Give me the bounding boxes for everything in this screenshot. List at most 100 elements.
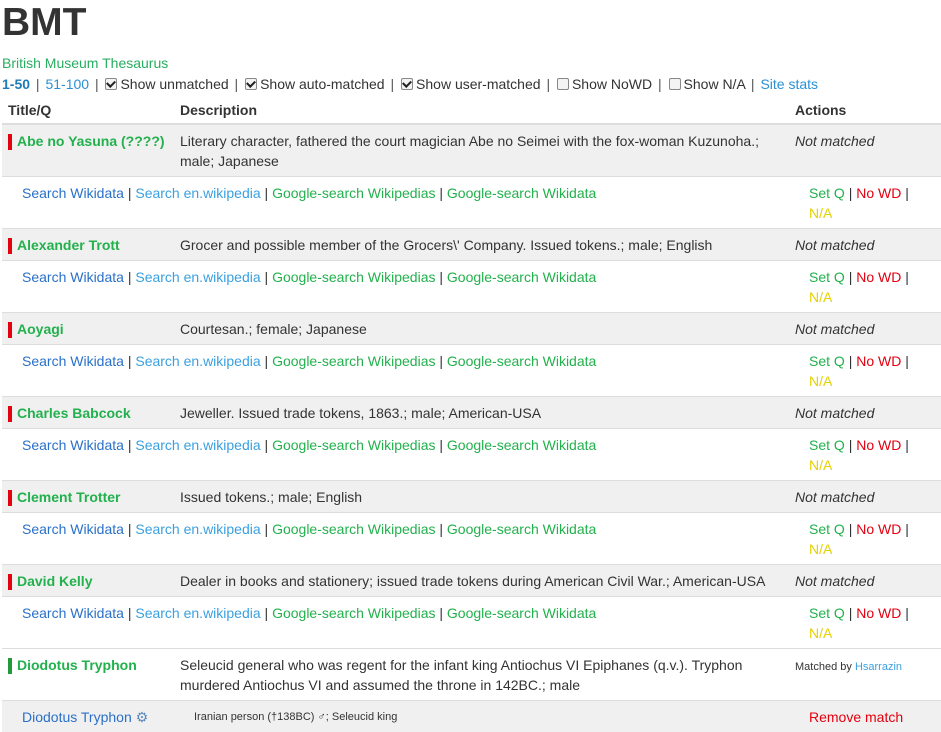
table-row: Search Wikidata | Search en.wikipedia | … [2, 177, 941, 229]
search-wikidata-link[interactable]: Search Wikidata [22, 437, 124, 453]
gear-icon[interactable]: ⚙ [136, 709, 149, 725]
google-search-wikipedias-link[interactable]: Google-search Wikipedias [272, 605, 435, 621]
action-cell: Set Q | No WD | N/A [789, 597, 941, 649]
search-wikidata-link[interactable]: Search Wikidata [22, 185, 124, 201]
page-link-next[interactable]: 51-100 [45, 76, 89, 92]
google-search-wikidata-link[interactable]: Google-search Wikidata [447, 605, 596, 621]
entry-name-link[interactable]: Charles Babcock [17, 405, 131, 421]
separator: | [849, 437, 853, 453]
set-q-button[interactable]: Set Q [809, 353, 845, 369]
google-search-wikidata-link[interactable]: Google-search Wikidata [447, 521, 596, 537]
show-unmatched-checkbox[interactable] [105, 78, 117, 90]
wikidata-item-description: Iranian person (†138BC) ♂; Seleucid king [174, 701, 789, 732]
google-search-wikipedias-link[interactable]: Google-search Wikipedias [272, 521, 435, 537]
na-button[interactable]: N/A [809, 625, 832, 641]
no-wd-button[interactable]: No WD [856, 269, 901, 285]
column-header-title: Title/Q [2, 96, 174, 124]
show-user-checkbox[interactable] [401, 78, 413, 90]
set-q-button[interactable]: Set Q [809, 521, 845, 537]
matched-by-user-link[interactable]: Hsarrazin [855, 661, 902, 673]
separator: | [905, 353, 909, 369]
google-search-wikidata-link[interactable]: Google-search Wikidata [447, 353, 596, 369]
search-enwiki-link[interactable]: Search en.wikipedia [135, 185, 260, 201]
entry-name-link[interactable]: Alexander Trott [17, 237, 120, 253]
separator: | [849, 521, 853, 537]
search-enwiki-link[interactable]: Search en.wikipedia [135, 269, 260, 285]
remove-match-button[interactable]: Remove match [809, 709, 903, 725]
separator: | [128, 353, 132, 369]
na-button[interactable]: N/A [809, 541, 832, 557]
search-links-cell: Search Wikidata | Search en.wikipedia | … [2, 429, 789, 481]
show-auto-checkbox[interactable] [245, 78, 257, 90]
na-button[interactable]: N/A [809, 205, 832, 221]
no-wd-button[interactable]: No WD [856, 521, 901, 537]
google-search-wikipedias-link[interactable]: Google-search Wikipedias [272, 353, 435, 369]
show-na-checkbox[interactable] [669, 78, 681, 90]
title-cell: Abe no Yasuna (????) [2, 124, 174, 177]
status-bar-unmatched [8, 238, 12, 254]
action-cell: Set Q | No WD | N/A [789, 177, 941, 229]
set-q-button[interactable]: Set Q [809, 605, 845, 621]
search-enwiki-link[interactable]: Search en.wikipedia [135, 353, 260, 369]
action-cell: Matched by Hsarrazin [789, 649, 941, 701]
entry-name-link[interactable]: Abe no Yasuna (????) [17, 133, 165, 149]
show-nowd-checkbox[interactable] [557, 78, 569, 90]
set-q-button[interactable]: Set Q [809, 185, 845, 201]
subtitle-link[interactable]: British Museum Thesaurus [2, 55, 941, 72]
entry-name-link[interactable]: Aoyagi [17, 321, 64, 337]
search-wikidata-link[interactable]: Search Wikidata [22, 605, 124, 621]
no-wd-button[interactable]: No WD [856, 353, 901, 369]
site-stats-link[interactable]: Site stats [760, 76, 818, 92]
action-cell: Set Q | No WD | N/A [789, 513, 941, 565]
wikidata-item-link[interactable]: Diodotus Tryphon [22, 709, 132, 725]
separator: | [128, 269, 132, 285]
google-search-wikidata-link[interactable]: Google-search Wikidata [447, 437, 596, 453]
google-search-wikipedias-link[interactable]: Google-search Wikipedias [272, 269, 435, 285]
status-cell: Not matched [789, 565, 941, 597]
show-unmatched-label: Show unmatched [120, 76, 228, 92]
table-row: Alexander Trott Grocer and possible memb… [2, 229, 941, 261]
google-search-wikipedias-link[interactable]: Google-search Wikipedias [272, 185, 435, 201]
na-button[interactable]: N/A [809, 289, 832, 305]
table-row: Diodotus Tryphon Seleucid general who wa… [2, 649, 941, 701]
google-search-wikidata-link[interactable]: Google-search Wikidata [447, 269, 596, 285]
entry-name-link[interactable]: David Kelly [17, 573, 92, 589]
search-wikidata-link[interactable]: Search Wikidata [22, 353, 124, 369]
separator: | [439, 605, 443, 621]
set-q-button[interactable]: Set Q [809, 269, 845, 285]
separator: | [265, 437, 269, 453]
set-q-button[interactable]: Set Q [809, 437, 845, 453]
separator: | [439, 353, 443, 369]
search-wikidata-link[interactable]: Search Wikidata [22, 269, 124, 285]
action-cell: Set Q | No WD | N/A [789, 261, 941, 313]
separator: | [544, 76, 552, 92]
entry-name-link[interactable]: Diodotus Tryphon [17, 657, 137, 673]
filter-bar: 1-50 | 51-100 | Show unmatched | Show au… [2, 75, 941, 93]
search-wikidata-link[interactable]: Search Wikidata [22, 521, 124, 537]
na-button[interactable]: N/A [809, 457, 832, 473]
entry-description: Seleucid general who was regent for the … [174, 649, 789, 701]
separator: | [849, 269, 853, 285]
status-cell: Not matched [789, 397, 941, 429]
show-auto-label: Show auto-matched [260, 76, 385, 92]
title-cell: Alexander Trott [2, 229, 174, 261]
status-bar-unmatched [8, 134, 12, 150]
entry-name-link[interactable]: Clement Trotter [17, 489, 120, 505]
status-cell: Not matched [789, 481, 941, 513]
search-enwiki-link[interactable]: Search en.wikipedia [135, 437, 260, 453]
google-search-wikidata-link[interactable]: Google-search Wikidata [447, 185, 596, 201]
google-search-wikipedias-link[interactable]: Google-search Wikipedias [272, 437, 435, 453]
no-wd-button[interactable]: No WD [856, 605, 901, 621]
not-matched-label: Not matched [795, 321, 874, 337]
search-enwiki-link[interactable]: Search en.wikipedia [135, 521, 260, 537]
page-link-current[interactable]: 1-50 [2, 76, 30, 92]
not-matched-label: Not matched [795, 573, 874, 589]
no-wd-button[interactable]: No WD [856, 185, 901, 201]
status-bar-unmatched [8, 574, 12, 590]
table-row: Diodotus Tryphon ⚙ Iranian person (†138B… [2, 701, 941, 732]
separator: | [128, 185, 132, 201]
status-bar-unmatched [8, 490, 12, 506]
no-wd-button[interactable]: No WD [856, 437, 901, 453]
na-button[interactable]: N/A [809, 373, 832, 389]
search-enwiki-link[interactable]: Search en.wikipedia [135, 605, 260, 621]
